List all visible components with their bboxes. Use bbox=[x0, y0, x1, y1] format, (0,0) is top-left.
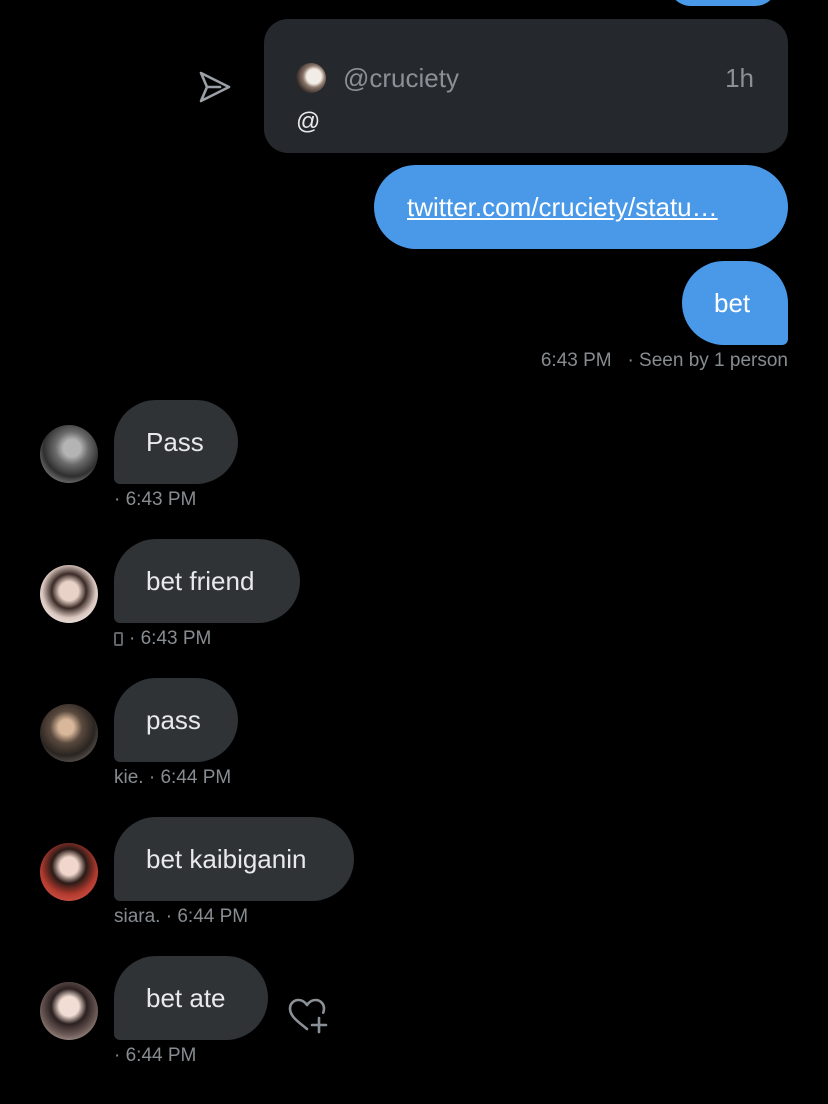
outgoing-link-bubble[interactable]: twitter.com/cruciety/statu… bbox=[374, 165, 788, 249]
incoming-message-bubble[interactable]: bet friend bbox=[114, 539, 300, 623]
message-meta: · 6:43 PM bbox=[114, 487, 196, 513]
tweet-text: @ bbox=[296, 108, 321, 135]
message-text: Pass bbox=[146, 427, 204, 457]
read-receipt: 6:43 PM · Seen by 1 person bbox=[541, 348, 788, 374]
quoted-tweet-card[interactable]: @cruciety 1h @ bbox=[264, 19, 788, 153]
send-icon[interactable] bbox=[196, 68, 234, 106]
incoming-message-bubble[interactable]: pass bbox=[114, 678, 238, 762]
message-text: bet bbox=[714, 288, 751, 318]
tweet-author-handle: @cruciety bbox=[343, 63, 459, 93]
message-time: · 6:44 PM bbox=[165, 906, 249, 927]
incoming-message-bubble[interactable]: bet ate bbox=[114, 956, 268, 1040]
sender-name: siara. bbox=[114, 906, 161, 927]
message-text: bet friend bbox=[146, 566, 255, 596]
message-meta: kie. · 6:44 PM bbox=[114, 765, 231, 791]
incoming-message-bubble[interactable]: Pass bbox=[114, 400, 238, 484]
phone-icon bbox=[114, 632, 123, 646]
message-meta: siara. · 6:44 PM bbox=[114, 904, 248, 930]
tweet-link[interactable]: twitter.com/cruciety/statu… bbox=[407, 192, 718, 222]
message-time: · 6:43 PM bbox=[129, 628, 212, 649]
heart-add-icon[interactable] bbox=[286, 996, 330, 1034]
tweet-author-avatar[interactable] bbox=[296, 63, 326, 93]
sender-avatar[interactable] bbox=[40, 704, 98, 762]
message-time: 6:43 PM bbox=[540, 350, 612, 371]
message-meta: · 6:43 PM bbox=[114, 626, 211, 652]
seen-status: · Seen by 1 person bbox=[627, 350, 788, 371]
message-time: · 6:44 PM bbox=[148, 767, 232, 788]
sender-avatar[interactable] bbox=[40, 843, 98, 901]
dm-conversation: @cruciety 1h @ twitter.com/cruciety/stat… bbox=[0, 0, 828, 1104]
previous-message-bubble[interactable] bbox=[668, 0, 778, 6]
sender-avatar[interactable] bbox=[40, 982, 98, 1040]
sender-avatar[interactable] bbox=[40, 425, 98, 483]
outgoing-message-bubble[interactable]: bet bbox=[682, 261, 788, 345]
message-text: bet ate bbox=[146, 983, 226, 1013]
sender-avatar[interactable] bbox=[40, 565, 98, 623]
tweet-timestamp: 1h bbox=[725, 63, 754, 93]
message-time: · 6:44 PM bbox=[114, 1045, 197, 1066]
message-text: bet kaibiganin bbox=[146, 844, 307, 874]
message-time: · 6:43 PM bbox=[114, 489, 197, 510]
incoming-message-bubble[interactable]: bet kaibiganin bbox=[114, 817, 354, 901]
sender-name: kie. bbox=[114, 767, 144, 788]
message-meta: · 6:44 PM bbox=[114, 1043, 196, 1069]
message-text: pass bbox=[146, 705, 201, 735]
